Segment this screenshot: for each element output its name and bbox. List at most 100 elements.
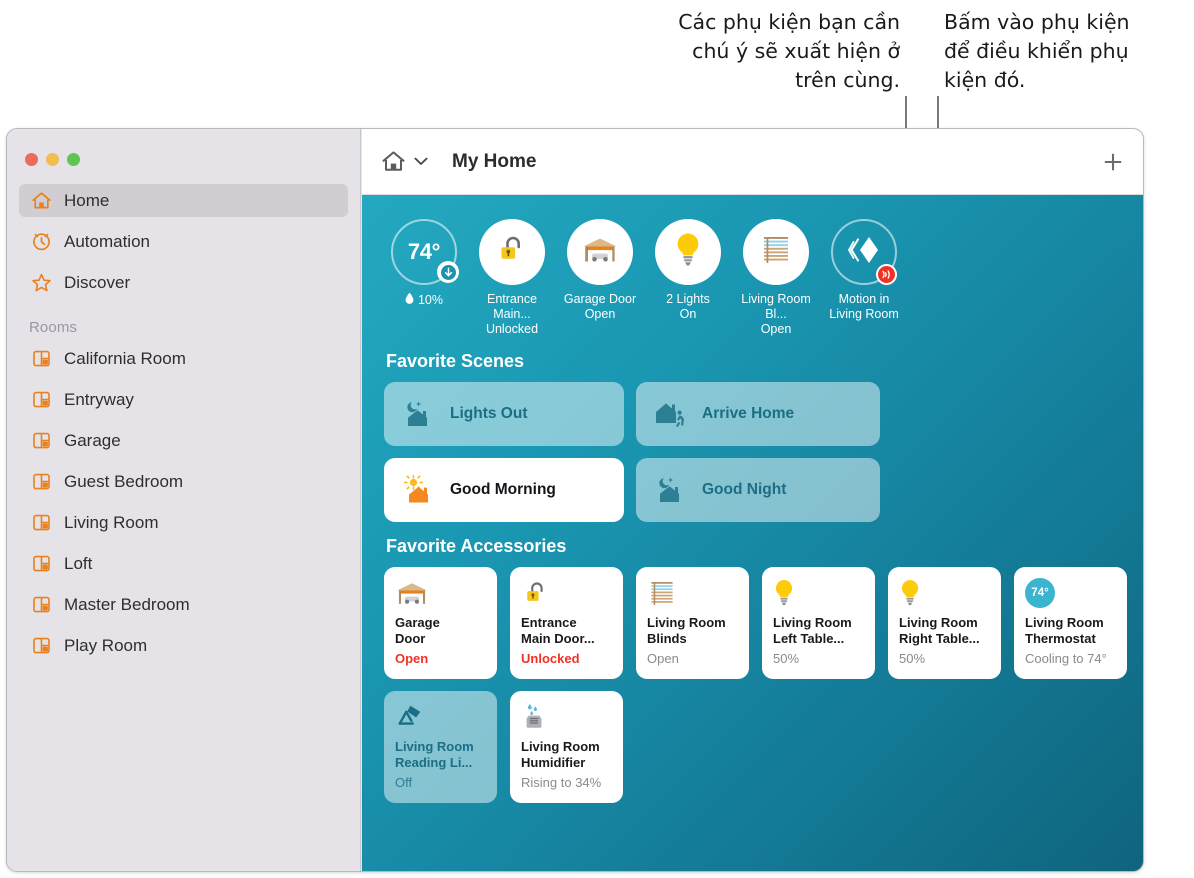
status-label: Motion in Living Room <box>829 292 899 321</box>
sidebar-item-entryway[interactable]: Entryway <box>19 383 348 416</box>
scene-good-morning[interactable]: Good Morning <box>384 458 624 522</box>
home-icon[interactable] <box>380 149 406 175</box>
sidebar-item-automation[interactable]: Automation <box>19 225 348 258</box>
motion-wave-icon <box>876 264 897 285</box>
favorite-accessories-title: Favorite Accessories <box>386 536 567 556</box>
sidebar-room-label: Loft <box>64 553 93 573</box>
status-circle <box>479 219 545 285</box>
favorite-accessories-grid: Garage Door Open Entrance Main Door... U… <box>384 567 1127 803</box>
accessory-living-room-humidifier[interactable]: Living Room Humidifier Rising to 34% <box>510 691 623 803</box>
sidebar-item-play-room[interactable]: Play Room <box>19 629 348 662</box>
accessory-name: Entrance Main Door... <box>521 615 595 646</box>
accessory-state: Rising to 34% <box>521 775 602 790</box>
accessory-name: Living Room Left Table... <box>773 615 852 646</box>
favorite-scenes-title: Favorite Scenes <box>386 351 525 371</box>
status-item-living-room-blinds[interactable]: Living Room Bl... Open <box>736 219 816 337</box>
accessory-name: Garage Door <box>395 615 440 646</box>
chevron-down-icon[interactable] <box>414 155 428 169</box>
close-window-button[interactable] <box>25 153 38 166</box>
humidity-value: 10% <box>417 292 444 307</box>
sidebar-room-label: California Room <box>64 348 186 368</box>
scene-good-night[interactable]: Good Night <box>636 458 880 522</box>
accessory-living-room-thermostat[interactable]: 74° Living Room Thermostat Cooling to 74… <box>1014 567 1127 679</box>
room-icon <box>29 390 53 409</box>
moon-house-icon <box>402 398 436 430</box>
room-icon <box>29 472 53 491</box>
app-window: Home Automation Discover Rooms Californi… <box>6 128 1144 872</box>
blinds-icon <box>759 234 793 271</box>
room-icon <box>29 636 53 655</box>
status-item-entrance-main-door[interactable]: Entrance Main... Unlocked <box>472 219 552 337</box>
sidebar-item-home[interactable]: Home <box>19 184 348 217</box>
sidebar-item-loft[interactable]: Loft <box>19 547 348 580</box>
status-label: Living Room Bl... Open <box>741 292 811 336</box>
accessory-living-room-blinds[interactable]: Living Room Blinds Open <box>636 567 749 679</box>
star-icon <box>29 272 53 294</box>
status-circle <box>831 219 897 285</box>
sidebar-item-label: Discover <box>64 272 131 292</box>
sidebar-item-discover[interactable]: Discover <box>19 266 348 299</box>
accessory-living-room-right-table-lamp[interactable]: Living Room Right Table... 50% <box>888 567 1001 679</box>
favorite-scenes-grid: Lights Out Arrive Home Good Morning Good… <box>384 382 1125 522</box>
humidity-readout: 10% <box>405 292 443 307</box>
status-item-motion-sensor[interactable]: Motion in Living Room <box>824 219 904 322</box>
sidebar-section-rooms-header: Rooms <box>29 319 78 336</box>
room-icon <box>29 431 53 450</box>
plus-icon[interactable] <box>1099 148 1127 176</box>
room-icon <box>29 513 53 532</box>
maximize-window-button[interactable] <box>67 153 80 166</box>
status-circle <box>567 219 633 285</box>
accessory-state: Cooling to 74° <box>1025 651 1107 666</box>
accessory-name: Living Room Blinds <box>647 615 726 646</box>
sidebar-room-label: Entryway <box>64 389 134 409</box>
toolbar: My Home <box>362 129 1143 195</box>
status-item-garage-door[interactable]: Garage Door Open <box>560 219 640 322</box>
status-label: Entrance Main... Unlocked <box>485 292 539 336</box>
scene-lights-out[interactable]: Lights Out <box>384 382 624 446</box>
status-label: 2 Lights On <box>666 292 710 321</box>
sidebar-rooms-list: California Room Entryway Garage Guest Be… <box>7 342 360 662</box>
status-strip: 74° 10% Entrance Main... Unlocked Garage… <box>384 219 1125 337</box>
sidebar-item-garage[interactable]: Garage <box>19 424 348 457</box>
room-icon <box>29 349 53 368</box>
page-title: My Home <box>452 150 537 172</box>
status-item-temperature[interactable]: 74° 10% <box>384 219 464 307</box>
lightbulb-icon <box>773 578 864 608</box>
main-panel: My Home 74° 10% Entrance Main... Unlocke… <box>362 129 1143 871</box>
accessory-living-room-reading-light[interactable]: Living Room Reading Li... Off <box>384 691 497 803</box>
sidebar-item-california-room[interactable]: California Room <box>19 342 348 375</box>
status-item-lights[interactable]: 2 Lights On <box>648 219 728 322</box>
lightbulb-icon <box>674 231 702 274</box>
droplet-icon <box>405 292 414 307</box>
sidebar-item-guest-bedroom[interactable]: Guest Bedroom <box>19 465 348 498</box>
scene-label: Good Morning <box>450 481 556 498</box>
sidebar-item-master-bedroom[interactable]: Master Bedroom <box>19 588 348 621</box>
window-controls <box>7 139 360 176</box>
desk-lamp-icon <box>395 702 486 732</box>
status-circle <box>743 219 809 285</box>
accessory-name: Living Room Reading Li... <box>395 739 474 770</box>
blinds-icon <box>647 578 738 608</box>
sidebar-room-label: Play Room <box>64 635 148 655</box>
garage-door-icon <box>395 578 486 608</box>
house-walk-icon <box>654 398 688 430</box>
accessory-entrance-main-door[interactable]: Entrance Main Door... Unlocked <box>510 567 623 679</box>
lightbulb-icon <box>899 578 990 608</box>
scene-arrive-home[interactable]: Arrive Home <box>636 382 880 446</box>
sidebar-item-label: Automation <box>64 231 150 251</box>
sun-house-icon <box>402 474 436 506</box>
sidebar: Home Automation Discover Rooms Californi… <box>7 129 361 871</box>
temperature-dial: 74° <box>391 219 459 285</box>
sidebar-item-living-room[interactable]: Living Room <box>19 506 348 539</box>
thermostat-temp-value: 74° <box>1025 578 1055 608</box>
minimize-window-button[interactable] <box>46 153 59 166</box>
accessory-name: Living Room Humidifier <box>521 739 600 770</box>
home-content: 74° 10% Entrance Main... Unlocked Garage… <box>362 195 1143 871</box>
callout-text-left: Các phụ kiện bạn cần chú ý sẽ xuất hiện … <box>678 10 900 92</box>
accessory-state: Open <box>395 651 429 666</box>
accessory-living-room-left-table-lamp[interactable]: Living Room Left Table... 50% <box>762 567 875 679</box>
room-icon <box>29 554 53 573</box>
temperature-value: 74° <box>407 239 441 264</box>
accessory-garage-door[interactable]: Garage Door Open <box>384 567 497 679</box>
moon-house-icon <box>654 474 688 506</box>
